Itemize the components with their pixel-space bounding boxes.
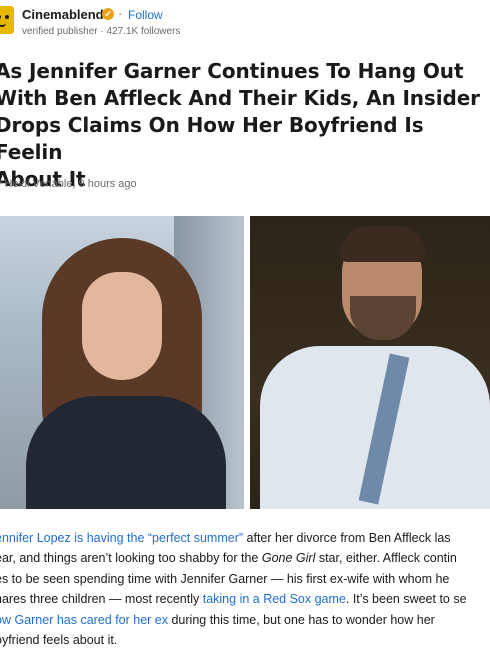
body-line: hares three children — most recently tak… xyxy=(0,589,490,609)
body-line: ear, and things aren’t looking too shabb… xyxy=(0,548,490,568)
body-line: ow Garner has cared for her ex during th… xyxy=(0,610,490,630)
body-text-segment: after her divorce from Ben Affleck las xyxy=(243,531,451,545)
gone-girl-title: Gone Girl xyxy=(261,551,316,566)
body-text-segment: es to be seen spending time with Jennife… xyxy=(0,571,450,586)
body-line: oyfriend feels about it. xyxy=(0,630,490,650)
article-body: ennifer Lopez is having the “perfect sum… xyxy=(0,528,490,650)
logo-eye-right xyxy=(5,15,9,19)
publisher-name[interactable]: Cinemablend xyxy=(22,7,104,22)
verified-check-icon: ✓ xyxy=(102,8,114,20)
link-perfect-summer[interactable]: ennifer Lopez is having the “perfect sum… xyxy=(0,531,243,545)
follow-button[interactable]: Follow xyxy=(128,8,163,22)
article-byline: y Heidi Venable, 9 hours ago xyxy=(0,178,137,190)
publisher-header: Cinemablend ✓ · Follow verified publishe… xyxy=(0,0,490,44)
photo-hair xyxy=(340,226,426,262)
logo-mouth xyxy=(0,23,6,27)
cinemablend-logo-icon[interactable] xyxy=(0,6,14,34)
photo-ben-affleck xyxy=(250,216,490,509)
photo-jennifer-garner xyxy=(0,216,244,509)
body-line: es to be seen spending time with Jennife… xyxy=(0,569,490,589)
body-text-segment: ear, and things aren’t looking too shabb… xyxy=(0,551,262,566)
body-text-segment: during this time, but one has to wonder … xyxy=(168,612,435,627)
link-garner-cared[interactable]: ow Garner has cared for her ex xyxy=(0,613,168,627)
hero-image[interactable] xyxy=(0,216,490,509)
logo-eye-left xyxy=(0,15,1,19)
body-text-segment: hares three children — most recently xyxy=(0,592,203,607)
photo-beard xyxy=(350,296,416,340)
photo-clothing xyxy=(26,396,226,509)
article-headline: As Jennifer Garner Continues To Hang Out… xyxy=(0,59,480,191)
body-line: ennifer Lopez is having the “perfect sum… xyxy=(0,528,490,548)
photo-face xyxy=(82,272,162,380)
publisher-meta: verified publisher · 427.1K followers xyxy=(22,26,181,37)
separator-dot: · xyxy=(118,6,123,21)
body-text-segment: oyfriend feels about it. xyxy=(0,633,118,648)
body-text-segment: star, either. Affleck contin xyxy=(315,551,457,566)
link-red-sox-game[interactable]: taking in a Red Sox game xyxy=(203,592,346,606)
body-text-segment: . It’s been sweet to se xyxy=(345,592,467,607)
